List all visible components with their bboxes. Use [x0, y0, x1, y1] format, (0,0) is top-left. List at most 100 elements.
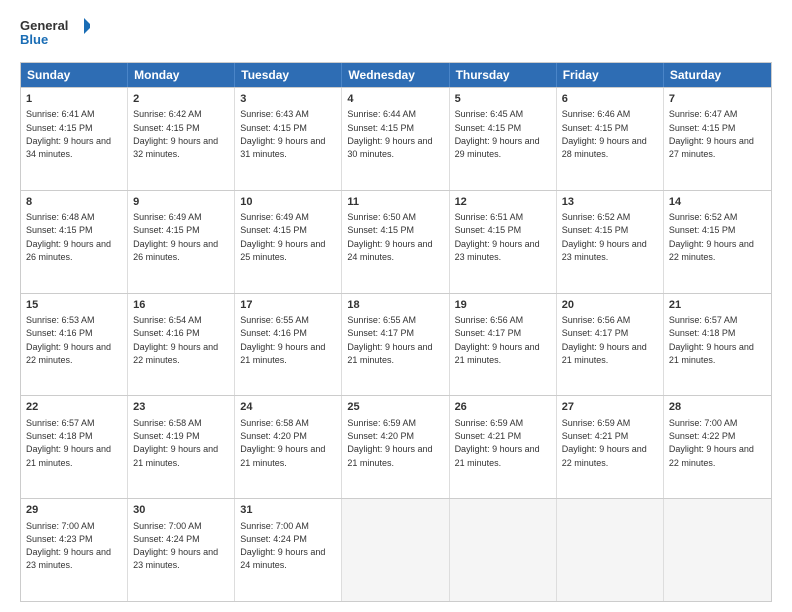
day-number: 28 — [669, 400, 766, 415]
calendar-cell-empty — [664, 499, 771, 601]
day-info: Sunrise: 7:00 AMSunset: 4:22 PMDaylight:… — [669, 418, 754, 468]
day-info: Sunrise: 6:54 AMSunset: 4:16 PMDaylight:… — [133, 315, 218, 365]
calendar-cell: 1 Sunrise: 6:41 AMSunset: 4:15 PMDayligh… — [21, 88, 128, 190]
calendar-cell: 25 Sunrise: 6:59 AMSunset: 4:20 PMDaylig… — [342, 396, 449, 498]
day-number: 27 — [562, 400, 658, 415]
calendar-cell: 22 Sunrise: 6:57 AMSunset: 4:18 PMDaylig… — [21, 396, 128, 498]
day-info: Sunrise: 6:57 AMSunset: 4:18 PMDaylight:… — [669, 315, 754, 365]
calendar-cell: 19 Sunrise: 6:56 AMSunset: 4:17 PMDaylig… — [450, 294, 557, 396]
day-number: 22 — [26, 400, 122, 415]
day-info: Sunrise: 6:44 AMSunset: 4:15 PMDaylight:… — [347, 109, 432, 159]
day-number: 12 — [455, 195, 551, 210]
calendar-cell: 17 Sunrise: 6:55 AMSunset: 4:16 PMDaylig… — [235, 294, 342, 396]
page: General Blue SundayMondayTuesdayWednesda… — [0, 0, 792, 612]
day-number: 23 — [133, 400, 229, 415]
calendar-cell: 27 Sunrise: 6:59 AMSunset: 4:21 PMDaylig… — [557, 396, 664, 498]
day-number: 14 — [669, 195, 766, 210]
day-info: Sunrise: 6:52 AMSunset: 4:15 PMDaylight:… — [669, 212, 754, 262]
calendar-header-cell: Monday — [128, 63, 235, 87]
calendar-cell: 13 Sunrise: 6:52 AMSunset: 4:15 PMDaylig… — [557, 191, 664, 293]
day-number: 17 — [240, 298, 336, 313]
calendar: SundayMondayTuesdayWednesdayThursdayFrid… — [20, 62, 772, 602]
calendar-cell: 30 Sunrise: 7:00 AMSunset: 4:24 PMDaylig… — [128, 499, 235, 601]
calendar-cell: 2 Sunrise: 6:42 AMSunset: 4:15 PMDayligh… — [128, 88, 235, 190]
day-info: Sunrise: 6:57 AMSunset: 4:18 PMDaylight:… — [26, 418, 111, 468]
day-number: 1 — [26, 92, 122, 107]
day-number: 29 — [26, 503, 122, 518]
calendar-cell: 10 Sunrise: 6:49 AMSunset: 4:15 PMDaylig… — [235, 191, 342, 293]
day-info: Sunrise: 6:55 AMSunset: 4:17 PMDaylight:… — [347, 315, 432, 365]
calendar-cell: 9 Sunrise: 6:49 AMSunset: 4:15 PMDayligh… — [128, 191, 235, 293]
day-info: Sunrise: 6:47 AMSunset: 4:15 PMDaylight:… — [669, 109, 754, 159]
calendar-cell: 23 Sunrise: 6:58 AMSunset: 4:19 PMDaylig… — [128, 396, 235, 498]
day-number: 15 — [26, 298, 122, 313]
day-info: Sunrise: 6:55 AMSunset: 4:16 PMDaylight:… — [240, 315, 325, 365]
day-info: Sunrise: 6:46 AMSunset: 4:15 PMDaylight:… — [562, 109, 647, 159]
calendar-week: 8 Sunrise: 6:48 AMSunset: 4:15 PMDayligh… — [21, 190, 771, 293]
day-number: 8 — [26, 195, 122, 210]
day-info: Sunrise: 6:51 AMSunset: 4:15 PMDaylight:… — [455, 212, 540, 262]
day-number: 6 — [562, 92, 658, 107]
calendar-body: 1 Sunrise: 6:41 AMSunset: 4:15 PMDayligh… — [21, 87, 771, 601]
day-number: 24 — [240, 400, 336, 415]
day-info: Sunrise: 6:50 AMSunset: 4:15 PMDaylight:… — [347, 212, 432, 262]
day-number: 16 — [133, 298, 229, 313]
calendar-header-cell: Sunday — [21, 63, 128, 87]
day-number: 19 — [455, 298, 551, 313]
day-number: 2 — [133, 92, 229, 107]
calendar-cell: 8 Sunrise: 6:48 AMSunset: 4:15 PMDayligh… — [21, 191, 128, 293]
calendar-cell: 20 Sunrise: 6:56 AMSunset: 4:17 PMDaylig… — [557, 294, 664, 396]
calendar-cell: 4 Sunrise: 6:44 AMSunset: 4:15 PMDayligh… — [342, 88, 449, 190]
day-info: Sunrise: 6:58 AMSunset: 4:19 PMDaylight:… — [133, 418, 218, 468]
day-info: Sunrise: 7:00 AMSunset: 4:23 PMDaylight:… — [26, 521, 111, 571]
calendar-week: 1 Sunrise: 6:41 AMSunset: 4:15 PMDayligh… — [21, 87, 771, 190]
day-number: 26 — [455, 400, 551, 415]
calendar-cell: 11 Sunrise: 6:50 AMSunset: 4:15 PMDaylig… — [342, 191, 449, 293]
calendar-cell-empty — [557, 499, 664, 601]
day-info: Sunrise: 6:56 AMSunset: 4:17 PMDaylight:… — [562, 315, 647, 365]
day-info: Sunrise: 6:56 AMSunset: 4:17 PMDaylight:… — [455, 315, 540, 365]
day-number: 25 — [347, 400, 443, 415]
day-number: 21 — [669, 298, 766, 313]
calendar-cell: 26 Sunrise: 6:59 AMSunset: 4:21 PMDaylig… — [450, 396, 557, 498]
svg-text:Blue: Blue — [20, 32, 48, 47]
day-info: Sunrise: 6:58 AMSunset: 4:20 PMDaylight:… — [240, 418, 325, 468]
calendar-header-row: SundayMondayTuesdayWednesdayThursdayFrid… — [21, 63, 771, 87]
calendar-header-cell: Wednesday — [342, 63, 449, 87]
day-number: 4 — [347, 92, 443, 107]
day-number: 5 — [455, 92, 551, 107]
header: General Blue — [20, 16, 772, 52]
day-info: Sunrise: 6:48 AMSunset: 4:15 PMDaylight:… — [26, 212, 111, 262]
day-number: 7 — [669, 92, 766, 107]
day-info: Sunrise: 6:59 AMSunset: 4:21 PMDaylight:… — [562, 418, 647, 468]
svg-text:General: General — [20, 18, 68, 33]
calendar-header-cell: Tuesday — [235, 63, 342, 87]
day-info: Sunrise: 7:00 AMSunset: 4:24 PMDaylight:… — [133, 521, 218, 571]
day-number: 18 — [347, 298, 443, 313]
day-info: Sunrise: 7:00 AMSunset: 4:24 PMDaylight:… — [240, 521, 325, 571]
calendar-cell: 28 Sunrise: 7:00 AMSunset: 4:22 PMDaylig… — [664, 396, 771, 498]
calendar-cell: 3 Sunrise: 6:43 AMSunset: 4:15 PMDayligh… — [235, 88, 342, 190]
calendar-cell: 5 Sunrise: 6:45 AMSunset: 4:15 PMDayligh… — [450, 88, 557, 190]
calendar-cell: 31 Sunrise: 7:00 AMSunset: 4:24 PMDaylig… — [235, 499, 342, 601]
calendar-cell: 29 Sunrise: 7:00 AMSunset: 4:23 PMDaylig… — [21, 499, 128, 601]
calendar-cell: 16 Sunrise: 6:54 AMSunset: 4:16 PMDaylig… — [128, 294, 235, 396]
day-info: Sunrise: 6:42 AMSunset: 4:15 PMDaylight:… — [133, 109, 218, 159]
day-info: Sunrise: 6:59 AMSunset: 4:21 PMDaylight:… — [455, 418, 540, 468]
calendar-week: 29 Sunrise: 7:00 AMSunset: 4:23 PMDaylig… — [21, 498, 771, 601]
calendar-week: 15 Sunrise: 6:53 AMSunset: 4:16 PMDaylig… — [21, 293, 771, 396]
day-info: Sunrise: 6:43 AMSunset: 4:15 PMDaylight:… — [240, 109, 325, 159]
day-info: Sunrise: 6:45 AMSunset: 4:15 PMDaylight:… — [455, 109, 540, 159]
calendar-cell: 6 Sunrise: 6:46 AMSunset: 4:15 PMDayligh… — [557, 88, 664, 190]
day-info: Sunrise: 6:52 AMSunset: 4:15 PMDaylight:… — [562, 212, 647, 262]
day-number: 20 — [562, 298, 658, 313]
day-number: 11 — [347, 195, 443, 210]
day-info: Sunrise: 6:53 AMSunset: 4:16 PMDaylight:… — [26, 315, 111, 365]
day-number: 30 — [133, 503, 229, 518]
calendar-cell: 15 Sunrise: 6:53 AMSunset: 4:16 PMDaylig… — [21, 294, 128, 396]
day-number: 9 — [133, 195, 229, 210]
day-number: 13 — [562, 195, 658, 210]
calendar-cell: 18 Sunrise: 6:55 AMSunset: 4:17 PMDaylig… — [342, 294, 449, 396]
day-number: 3 — [240, 92, 336, 107]
calendar-cell: 14 Sunrise: 6:52 AMSunset: 4:15 PMDaylig… — [664, 191, 771, 293]
